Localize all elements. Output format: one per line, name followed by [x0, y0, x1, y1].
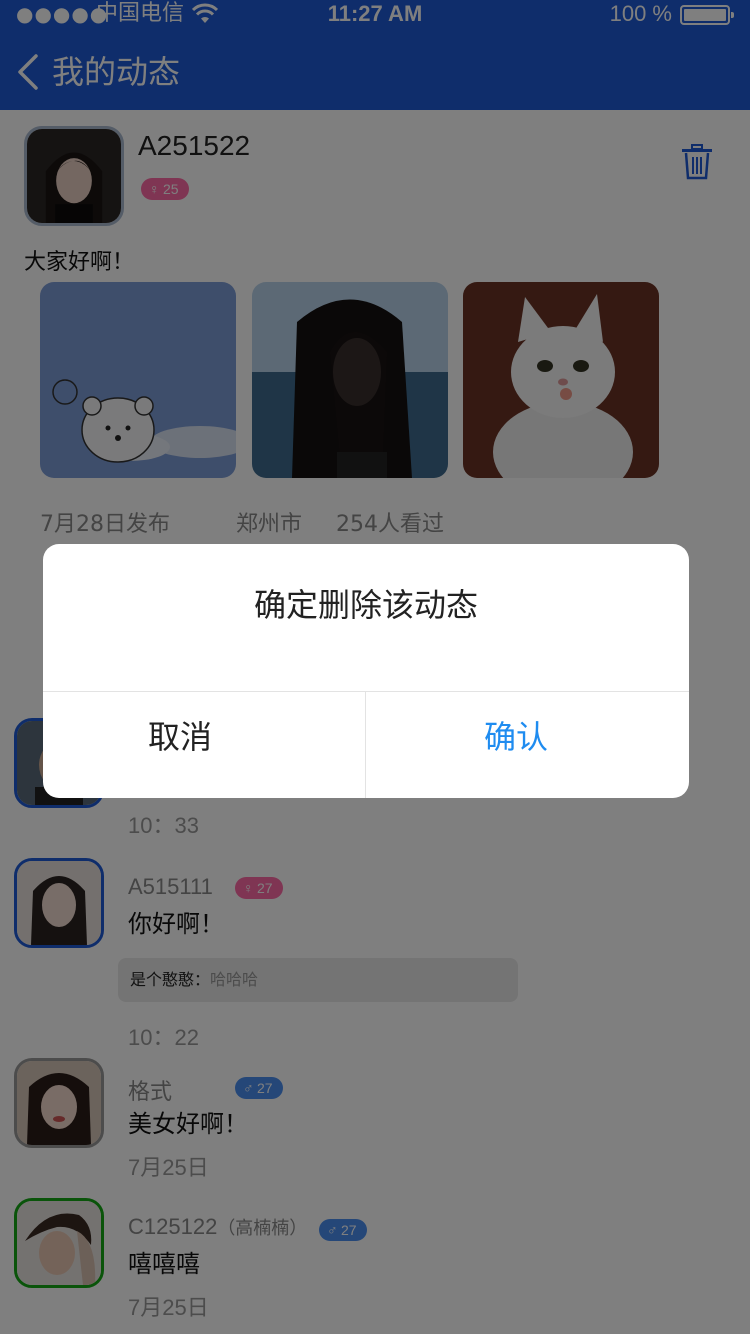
cancel-button[interactable]: 取消 [43, 692, 317, 798]
delete-confirm-dialog: 确定删除该动态 取消 确认 [43, 544, 689, 798]
dialog-message: 确定删除该动态 [253, 586, 478, 624]
confirm-button[interactable]: 确认 [366, 692, 666, 798]
